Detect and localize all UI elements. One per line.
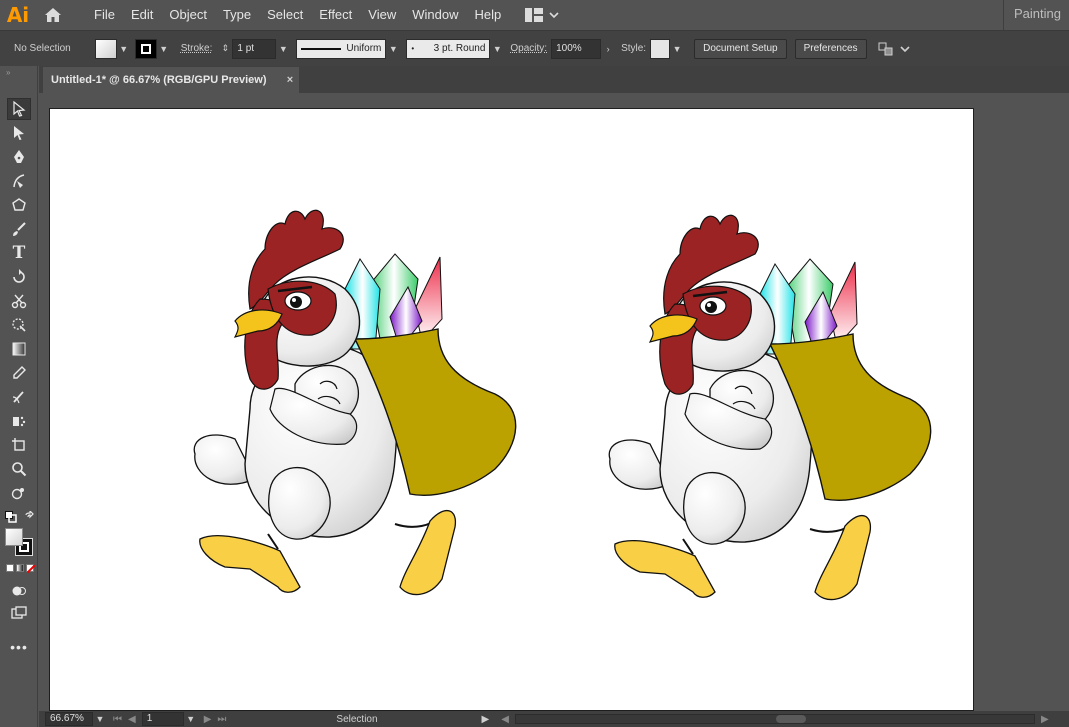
chevron-down-icon bbox=[549, 12, 559, 19]
type-tool-icon[interactable]: T bbox=[7, 242, 31, 264]
arrange-icon[interactable] bbox=[877, 41, 895, 57]
menu-type[interactable]: Type bbox=[215, 0, 259, 30]
menu-effect[interactable]: Effect bbox=[311, 0, 360, 30]
preferences-button[interactable]: Preferences bbox=[794, 38, 867, 59]
draw-mode-icon[interactable] bbox=[7, 580, 31, 602]
shape-builder-tool-icon[interactable] bbox=[7, 482, 31, 504]
style-swatch[interactable] bbox=[650, 38, 671, 59]
menu-window[interactable]: Window bbox=[404, 0, 466, 30]
document-tab[interactable]: Untitled-1* @ 66.67% (RGB/GPU Preview) × bbox=[43, 67, 299, 93]
menu-select[interactable]: Select bbox=[259, 0, 311, 30]
color-mode-buttons[interactable] bbox=[6, 564, 36, 574]
illustrator-window: Ai File Edit Object Type Select Effect V… bbox=[0, 0, 1069, 727]
menu-object[interactable]: Object bbox=[161, 0, 215, 30]
selection-tool-icon[interactable] bbox=[7, 98, 31, 120]
document-tab-title: Untitled-1* @ 66.67% (RGB/GPU Preview) bbox=[51, 74, 267, 86]
rotate-tool-icon[interactable] bbox=[7, 266, 31, 288]
canvas-area[interactable] bbox=[39, 93, 1069, 711]
previous-artboard-icon[interactable]: ◀ bbox=[128, 714, 136, 725]
eyedropper-tool-icon[interactable] bbox=[7, 362, 31, 384]
stroke-weight-field[interactable]: 1 pt bbox=[232, 38, 277, 59]
opacity-label[interactable]: Opacity: bbox=[510, 43, 547, 54]
stroke-swatch[interactable] bbox=[134, 38, 157, 59]
workspace-switcher[interactable]: Painting bbox=[1003, 0, 1061, 30]
pen-tool-icon[interactable] bbox=[7, 146, 31, 168]
menu-bar: Ai File Edit Object Type Select Effect V… bbox=[0, 0, 1069, 30]
edit-toolbar-icon[interactable]: ••• bbox=[7, 636, 31, 658]
artboard[interactable] bbox=[49, 108, 974, 711]
brush-dropdown[interactable]: ▼ bbox=[490, 39, 504, 59]
selection-status: No Selection bbox=[14, 43, 71, 54]
artwork bbox=[192, 209, 932, 601]
stroke-label[interactable]: Stroke: bbox=[181, 43, 213, 54]
menu-view[interactable]: View bbox=[360, 0, 404, 30]
curvature-tool-icon[interactable] bbox=[7, 170, 31, 192]
brush-field[interactable]: • 3 pt. Round bbox=[406, 38, 491, 59]
control-bar: No Selection ▼ ▼ Stroke: ⇕ 1 pt ▼ Unifor… bbox=[0, 30, 1069, 66]
puppet-warp-tool-icon[interactable] bbox=[7, 314, 31, 336]
collapse-grip-icon[interactable]: » bbox=[6, 68, 32, 77]
chicken-illustration-right[interactable] bbox=[607, 214, 932, 601]
paintbrush-tool-icon[interactable] bbox=[7, 218, 31, 240]
shape-tool-icon[interactable] bbox=[7, 194, 31, 216]
status-menu-chevron-icon[interactable]: ▶ bbox=[482, 714, 490, 725]
horizontal-scrollbar[interactable] bbox=[514, 714, 1035, 724]
fill-dropdown[interactable]: ▼ bbox=[117, 39, 131, 59]
last-artboard-icon[interactable]: ⏭ bbox=[217, 714, 226, 725]
home-icon[interactable] bbox=[36, 0, 70, 30]
scroll-right-icon[interactable]: ▶ bbox=[1041, 714, 1049, 725]
stroke-dropdown[interactable]: ▼ bbox=[157, 39, 171, 59]
next-artboard-icon[interactable]: ▶ bbox=[204, 714, 212, 725]
stroke-profile-dropdown[interactable]: ▼ bbox=[386, 39, 400, 59]
swap-fill-stroke-icon[interactable] bbox=[24, 509, 36, 522]
style-label: Style: bbox=[621, 43, 647, 54]
arrange-documents-button[interactable] bbox=[525, 8, 559, 22]
stroke-profile-field[interactable]: Uniform bbox=[296, 38, 387, 59]
document-setup-button[interactable]: Document Setup bbox=[694, 38, 787, 59]
default-fill-stroke-icon[interactable] bbox=[5, 510, 17, 523]
artboard-dropdown[interactable]: ▼ bbox=[184, 712, 198, 726]
zoom-dropdown[interactable]: ▼ bbox=[93, 712, 107, 726]
chicken-illustration-left[interactable] bbox=[192, 209, 517, 596]
style-dropdown[interactable]: ▼ bbox=[670, 39, 684, 59]
menu-help[interactable]: Help bbox=[466, 0, 509, 30]
status-tool-label: Selection bbox=[336, 713, 378, 725]
opacity-chevron-icon[interactable]: › bbox=[601, 39, 615, 59]
stroke-profile-label: Uniform bbox=[346, 42, 382, 54]
blend-tool-icon[interactable] bbox=[7, 386, 31, 408]
zoom-field[interactable]: 66.67% bbox=[45, 712, 93, 726]
menu-edit[interactable]: Edit bbox=[123, 0, 161, 30]
opacity-field[interactable]: 100% bbox=[551, 38, 602, 59]
first-artboard-icon[interactable]: ⏮ bbox=[113, 714, 122, 725]
stroke-weight-dropdown[interactable]: ▼ bbox=[276, 39, 290, 59]
app-logo: Ai bbox=[6, 3, 30, 27]
stroke-stepper[interactable]: ⇕ bbox=[218, 39, 232, 59]
document-tab-bar: Untitled-1* @ 66.67% (RGB/GPU Preview) × bbox=[39, 66, 1069, 93]
arrange-documents-icon bbox=[525, 8, 544, 22]
brush-dot-icon: • bbox=[411, 43, 415, 53]
status-bar: 66.67% ▼ ⏮ ◀ 1 ▼ ▶ ⏭ Selection ▶ ◀ ▶ bbox=[39, 711, 1069, 727]
fill-swatch[interactable] bbox=[94, 38, 117, 59]
symbol-sprayer-tool-icon[interactable] bbox=[7, 410, 31, 432]
artboard-number-field[interactable]: 1 bbox=[141, 712, 184, 726]
menu-file[interactable]: File bbox=[86, 0, 123, 30]
scissors-tool-icon[interactable] bbox=[7, 290, 31, 312]
artboard-tool-icon[interactable] bbox=[7, 434, 31, 456]
screen-mode-icon[interactable] bbox=[7, 602, 31, 624]
scroll-left-icon[interactable]: ◀ bbox=[501, 714, 509, 725]
direct-selection-tool-icon[interactable] bbox=[7, 122, 31, 144]
zoom-tool-icon[interactable] bbox=[7, 458, 31, 480]
tools-panel: » T ••• bbox=[0, 66, 38, 727]
chevron-down-icon[interactable] bbox=[899, 44, 911, 54]
brush-label: 3 pt. Round bbox=[433, 42, 486, 54]
fill-stroke-indicator[interactable] bbox=[5, 528, 35, 556]
close-icon[interactable]: × bbox=[282, 67, 298, 93]
gradient-tool-icon[interactable] bbox=[7, 338, 31, 360]
